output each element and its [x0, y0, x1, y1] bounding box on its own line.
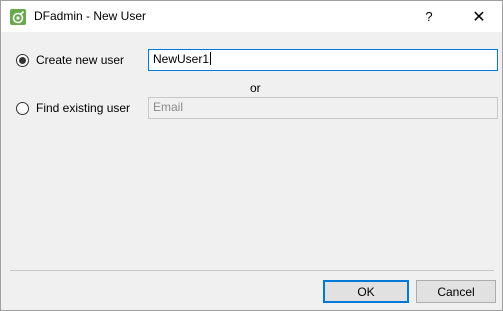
ok-button[interactable]: OK [323, 280, 409, 303]
text-caret [210, 52, 212, 65]
find-existing-user-label[interactable]: Find existing user [36, 101, 130, 115]
window-title: DFadmin - New User [34, 9, 147, 23]
cancel-button[interactable]: Cancel [416, 280, 496, 303]
new-username-input[interactable]: NewUser1 [148, 49, 498, 71]
create-new-user-radio[interactable] [16, 54, 29, 67]
find-existing-user-radio[interactable] [16, 102, 29, 115]
new-user-dialog: DFadmin - New User ? ✕ Create new user N… [0, 0, 503, 311]
radio-selected-dot [19, 57, 26, 64]
title-bar: DFadmin - New User ? ✕ [1, 1, 502, 32]
new-username-value: NewUser1 [153, 52, 210, 66]
footer-divider [10, 270, 494, 271]
dfadmin-app-icon [10, 9, 26, 25]
close-icon[interactable]: ✕ [456, 1, 502, 32]
help-icon[interactable]: ? [406, 1, 452, 32]
or-separator: or [250, 81, 261, 95]
create-new-user-label[interactable]: Create new user [36, 53, 124, 67]
email-field[interactable]: Email [148, 97, 498, 119]
email-placeholder: Email [153, 100, 184, 114]
